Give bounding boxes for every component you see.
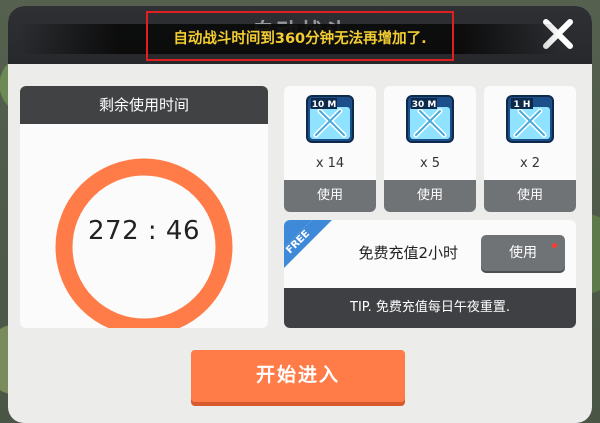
auto-battle-ticket-icon: 1 H bbox=[506, 95, 554, 143]
auto-battle-ticket-icon: 30 M bbox=[406, 95, 454, 143]
auto-battle-ticket-icon: 10 M bbox=[306, 95, 354, 143]
remaining-time-card: 剩余使用时间 272 : 46 bbox=[20, 86, 268, 328]
use-button-1h[interactable]: 使用 bbox=[484, 180, 576, 212]
item-card-10m: 10 M x 14 使用 bbox=[284, 86, 376, 212]
item-card-30m: 30 M x 5 使用 bbox=[384, 86, 476, 212]
item-badge: 30 M bbox=[412, 100, 437, 110]
free-recharge-label: 免费充值2小时 bbox=[358, 244, 458, 262]
recharge-tip: TIP. 免费充值每日午夜重置. bbox=[284, 288, 576, 328]
item-badge: 10 M bbox=[312, 100, 337, 110]
item-quantity: x 14 bbox=[315, 156, 345, 171]
item-card-1h: 1 H x 2 使用 bbox=[484, 86, 576, 212]
remaining-time-value: 272 : 46 bbox=[88, 216, 200, 246]
auto-battle-dialog: 自动战斗 剩余使用时间 272 : 46 10 M x 14 使用 bbox=[8, 6, 592, 423]
use-button-10m[interactable]: 使用 bbox=[284, 180, 376, 212]
toast-highlight-box bbox=[146, 11, 454, 61]
remaining-time-header: 剩余使用时间 bbox=[20, 86, 268, 124]
free-recharge-card: FREE 免费充值2小时 使用 TIP. 免费充值每日午夜重置. bbox=[284, 220, 576, 328]
free-ribbon: FREE bbox=[284, 220, 332, 268]
notification-dot bbox=[552, 243, 557, 248]
free-recharge-use-label: 使用 bbox=[509, 245, 537, 261]
free-recharge-use-button[interactable]: 使用 bbox=[481, 235, 565, 271]
item-quantity: x 2 bbox=[519, 156, 541, 171]
start-button[interactable]: 开始进入 bbox=[191, 350, 405, 402]
use-button-30m[interactable]: 使用 bbox=[384, 180, 476, 212]
item-badge: 1 H bbox=[514, 100, 531, 110]
item-quantity: x 5 bbox=[419, 156, 441, 171]
